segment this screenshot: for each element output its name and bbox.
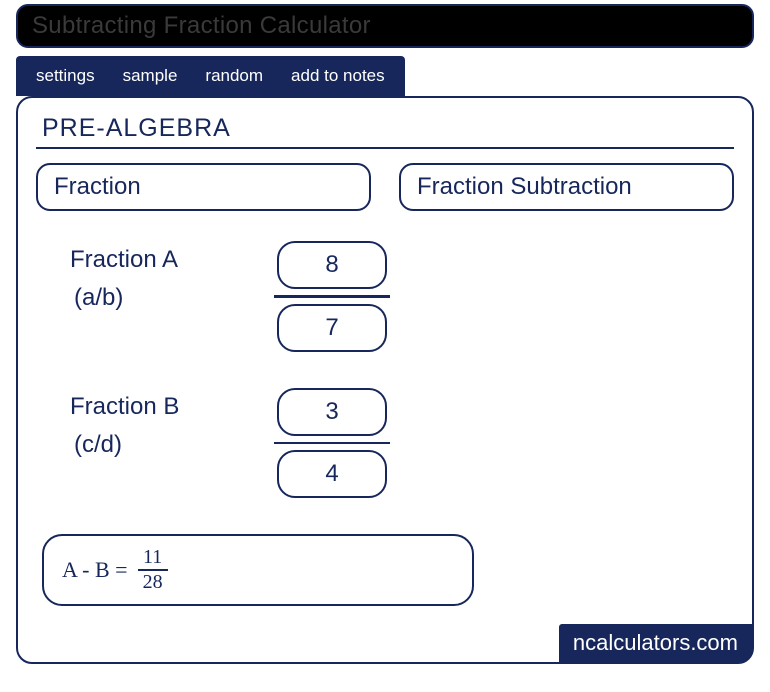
fraction-line-icon	[274, 442, 390, 445]
fraction-a-label: Fraction A (a/b)	[70, 241, 220, 318]
section-heading: PRE-ALGEBRA	[42, 114, 734, 143]
fraction-a-denominator[interactable]	[277, 304, 387, 352]
fraction-a-numerator[interactable]	[277, 241, 387, 289]
fraction-b-row: Fraction B (c/d)	[70, 388, 734, 499]
tab-settings[interactable]: settings	[22, 56, 109, 96]
result-box: A - B = 11 28	[42, 534, 474, 606]
fraction-b-numerator[interactable]	[277, 388, 387, 436]
fraction-a-name: Fraction A	[70, 246, 178, 273]
fraction-b-denominator[interactable]	[277, 450, 387, 498]
fraction-a-sublabel: (a/b)	[74, 279, 220, 317]
tab-add-to-notes[interactable]: add to notes	[277, 56, 399, 96]
main-panel: PRE-ALGEBRA Fraction Fraction Subtractio…	[16, 96, 754, 664]
fraction-b-inputs	[274, 388, 390, 499]
pill-fraction-subtraction[interactable]: Fraction Subtraction	[399, 163, 734, 211]
tab-sample[interactable]: sample	[109, 56, 192, 96]
fraction-a-row: Fraction A (a/b)	[70, 241, 734, 352]
fraction-line-icon	[274, 295, 390, 298]
fraction-b-name: Fraction B	[70, 393, 179, 420]
fraction-b-label: Fraction B (c/d)	[70, 388, 220, 465]
tabs: settings sample random add to notes	[16, 56, 405, 96]
fraction-b-sublabel: (c/d)	[74, 426, 220, 464]
result-numerator: 11	[143, 546, 162, 569]
result-lhs: A - B =	[62, 557, 128, 583]
result-denominator: 28	[143, 571, 163, 594]
result-fraction: 11 28	[138, 546, 168, 594]
brand-badge[interactable]: ncalculators.com	[559, 624, 752, 662]
pill-row: Fraction Fraction Subtraction	[36, 163, 734, 211]
tab-random[interactable]: random	[191, 56, 277, 96]
section-underline	[36, 147, 734, 149]
page-title: Subtracting Fraction Calculator	[32, 12, 738, 40]
fraction-a-inputs	[274, 241, 390, 352]
title-bar: Subtracting Fraction Calculator	[16, 4, 754, 48]
pill-fraction[interactable]: Fraction	[36, 163, 371, 211]
